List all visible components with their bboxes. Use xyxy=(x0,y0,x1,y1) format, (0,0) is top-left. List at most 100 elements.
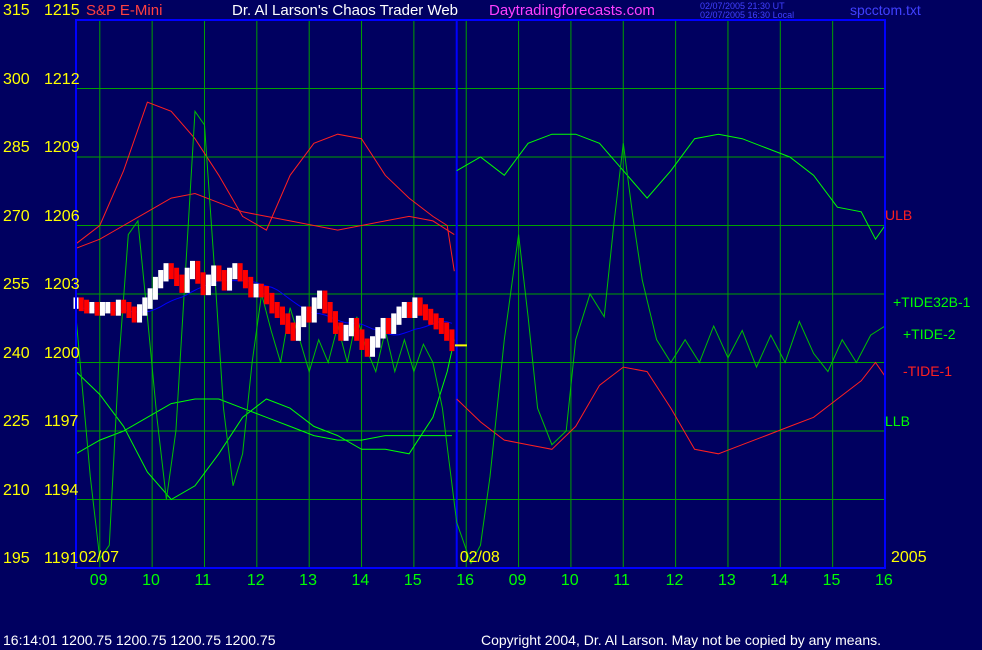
price-bar xyxy=(264,286,270,305)
x-tick-label: 15 xyxy=(403,572,422,589)
series-line-llb xyxy=(75,398,452,455)
x-tick-label: 09 xyxy=(89,572,108,589)
y-tick-index: 270 xyxy=(3,207,30,225)
y-tick-price: 1194 xyxy=(44,481,79,499)
price-bar xyxy=(332,311,338,334)
price-bar xyxy=(438,317,444,334)
price-bar xyxy=(370,336,376,357)
day-label: 02/07 xyxy=(79,549,120,566)
price-bar xyxy=(248,276,254,298)
x-tick-label: 13 xyxy=(299,572,317,589)
y-tick-price: 1209 xyxy=(44,139,80,156)
price-bar xyxy=(147,288,153,309)
price-bar xyxy=(422,304,428,321)
x-tick-label: 11 xyxy=(194,572,212,589)
price-bar xyxy=(142,297,148,316)
x-tick-label: 10 xyxy=(142,572,160,589)
price-bar xyxy=(301,306,307,328)
y-tick-price: 1200 xyxy=(44,344,80,362)
price-bar xyxy=(338,322,344,341)
price-bar xyxy=(380,317,386,339)
timestamp-local: 02/07/2005 16:30 Local xyxy=(700,10,795,20)
x-tick-label: 14 xyxy=(770,572,789,589)
price-bar xyxy=(444,322,450,341)
price-bar xyxy=(258,283,264,298)
price-bar xyxy=(428,308,434,325)
price-bar xyxy=(280,306,286,325)
price-bar xyxy=(327,301,333,323)
price-bars xyxy=(73,260,467,357)
x-tick-label: 09 xyxy=(508,572,527,589)
y-tick-index: 315 xyxy=(3,2,30,19)
file-label: spcctom.txt xyxy=(850,2,921,18)
series-label: ULB xyxy=(885,207,913,224)
series-line--tide32b-1 xyxy=(456,133,886,241)
price-bar xyxy=(391,313,397,334)
price-bar xyxy=(78,297,84,312)
price-bar xyxy=(131,306,137,323)
series-line--tide-2 xyxy=(75,109,886,565)
price-bar xyxy=(126,301,132,318)
price-bar xyxy=(449,329,455,352)
price-bar xyxy=(174,267,180,287)
price-bar xyxy=(269,292,275,314)
y-tick-index: 225 xyxy=(3,413,30,430)
price-bar xyxy=(121,299,127,314)
series-label: LLB xyxy=(885,412,910,429)
year-label: 2005 xyxy=(891,549,927,566)
grid-lines xyxy=(76,19,886,569)
series-line-ulb xyxy=(75,101,455,272)
y-tick-price: 1212 xyxy=(44,70,80,88)
price-bar xyxy=(158,270,164,289)
price-bar xyxy=(364,338,370,357)
symbol-label: S&P E-Mini xyxy=(86,2,163,19)
site-label: Daytradingforecasts.com xyxy=(489,2,655,19)
price-bar xyxy=(221,270,227,291)
x-tick-label: 12 xyxy=(246,572,265,589)
price-bar xyxy=(285,313,291,334)
series-label: -TIDE-1 xyxy=(903,362,952,379)
price-bar xyxy=(195,260,201,284)
price-bar xyxy=(317,290,323,309)
price-bar xyxy=(211,265,217,287)
price-bar xyxy=(227,267,233,291)
price-bar xyxy=(94,301,100,316)
chart-title: Dr. Al Larson's Chaos Trader Web xyxy=(232,2,459,19)
price-bar xyxy=(401,301,407,318)
price-bar xyxy=(184,267,190,293)
price-bar xyxy=(433,313,439,330)
price-bar xyxy=(253,283,259,298)
price-bar xyxy=(295,315,301,341)
series-label: +TIDE32B-1 xyxy=(893,294,971,311)
price-bar xyxy=(375,327,381,348)
series-line-ulb-2 xyxy=(75,192,455,249)
y-tick-index: 240 xyxy=(3,344,30,362)
price-bar xyxy=(385,317,391,334)
day-label: 02/08 xyxy=(459,549,500,566)
y-tick-index: 300 xyxy=(3,70,30,88)
price-bar xyxy=(110,301,116,316)
price-bar xyxy=(290,322,296,341)
price-bar xyxy=(115,299,121,316)
price-bar xyxy=(396,306,402,325)
price-bar xyxy=(99,301,105,316)
price-bar xyxy=(407,301,413,318)
price-bar xyxy=(359,329,365,350)
price-bar xyxy=(343,324,349,341)
x-tick-label: 14 xyxy=(351,572,370,589)
price-bar xyxy=(242,270,248,289)
x-tick-label: 10 xyxy=(560,572,579,589)
copyright: Copyright 2004, Dr. Al Larson. May not b… xyxy=(481,632,882,648)
price-bar xyxy=(311,297,317,323)
y-tick-price: 1197 xyxy=(44,413,79,430)
price-bar xyxy=(412,297,418,318)
price-bar xyxy=(163,263,169,282)
series-label: +TIDE-2 xyxy=(903,326,956,343)
series-line--tide-1 xyxy=(456,361,886,455)
y-tick-price: 1191 xyxy=(44,550,79,567)
price-bar xyxy=(354,317,360,341)
price-bar xyxy=(89,301,95,314)
price-bar xyxy=(84,299,90,314)
price-bar xyxy=(348,317,354,337)
y-tick-index: 255 xyxy=(3,276,30,293)
